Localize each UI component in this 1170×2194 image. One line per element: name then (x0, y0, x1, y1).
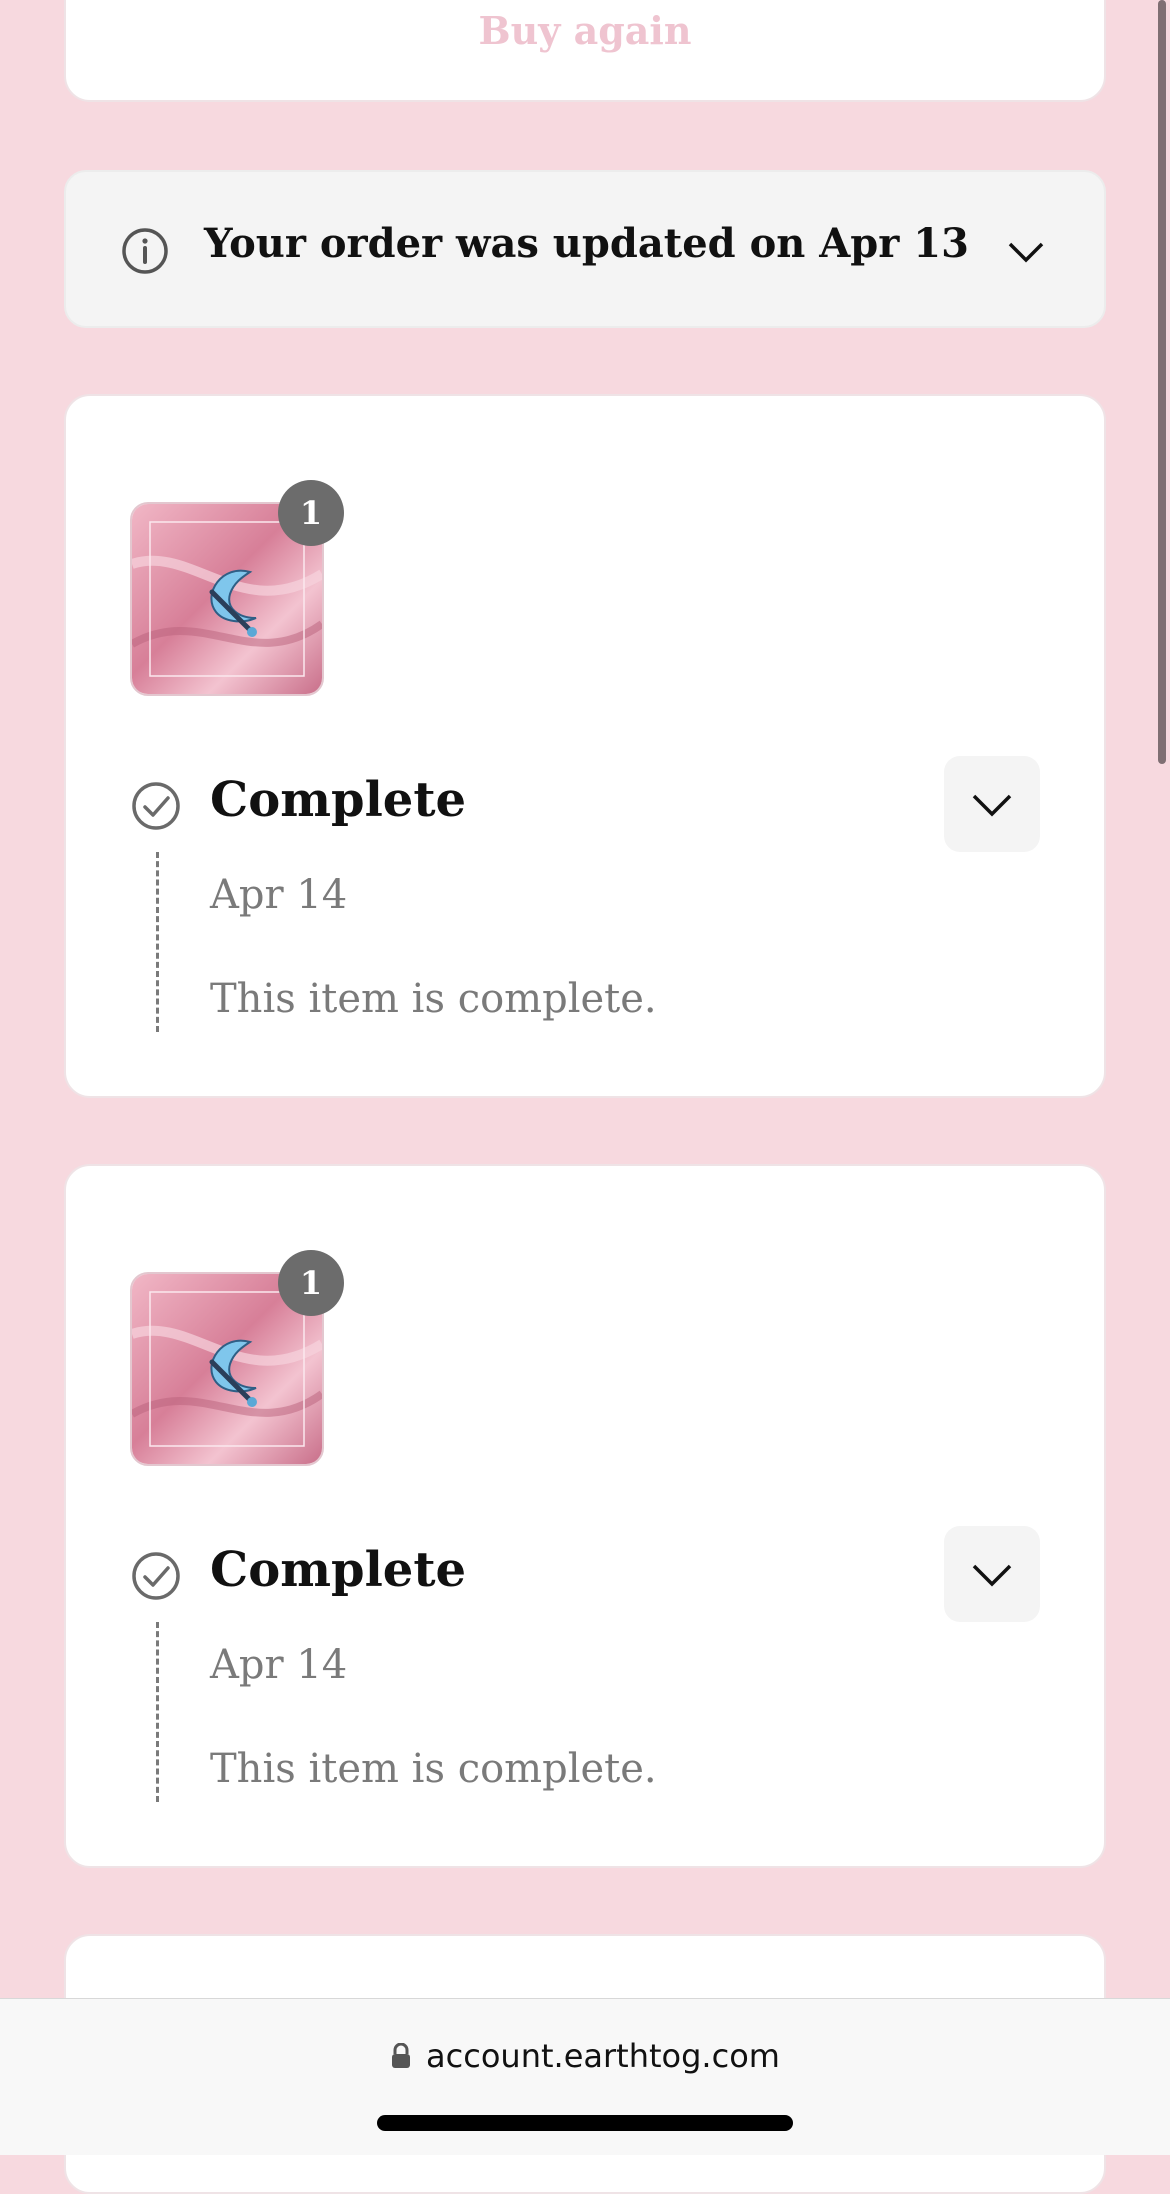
product-thumbnail[interactable]: 1 (130, 1250, 344, 1466)
chevron-down-icon (972, 794, 1012, 817)
status-date: Apr 14 (210, 1642, 348, 1688)
quantity-badge: 1 (278, 1250, 344, 1316)
status-title: Complete (210, 1542, 467, 1598)
timeline-line (156, 1622, 159, 1802)
url-text: account.earthtog.com (426, 2037, 780, 2075)
product-thumbnail[interactable]: 1 (130, 480, 344, 696)
order-update-text: Your order was updated on Apr 13 (204, 220, 969, 267)
info-circle-icon (122, 228, 168, 274)
timeline-line (156, 852, 159, 1032)
buy-again-card: Buy again (64, 0, 1106, 102)
home-indicator (377, 2115, 793, 2131)
lock-icon (392, 2043, 411, 2068)
status-description: This item is complete. (210, 1746, 657, 1792)
check-circle-icon (132, 782, 180, 830)
status-date: Apr 14 (210, 872, 348, 918)
chevron-down-icon[interactable] (1006, 232, 1046, 272)
chevron-down-icon (972, 1564, 1012, 1587)
order-update-notice[interactable]: Your order was updated on Apr 13 (64, 170, 1106, 328)
check-circle-icon (132, 1552, 180, 1600)
buy-again-button[interactable]: Buy again (66, 8, 1104, 53)
quantity-badge: 1 (278, 480, 344, 546)
expand-status-button[interactable] (944, 756, 1040, 852)
status-title: Complete (210, 772, 467, 828)
scrollbar[interactable] (1158, 0, 1166, 764)
fulfillment-card: 1 Complete Apr 14 This item is complete. (64, 1164, 1106, 1868)
expand-status-button[interactable] (944, 1526, 1040, 1622)
status-description: This item is complete. (210, 976, 657, 1022)
fulfillment-card: 1 Complete Apr 14 This item is complete. (64, 394, 1106, 1098)
browser-address-bar[interactable]: account.earthtog.com (0, 1998, 1170, 2155)
